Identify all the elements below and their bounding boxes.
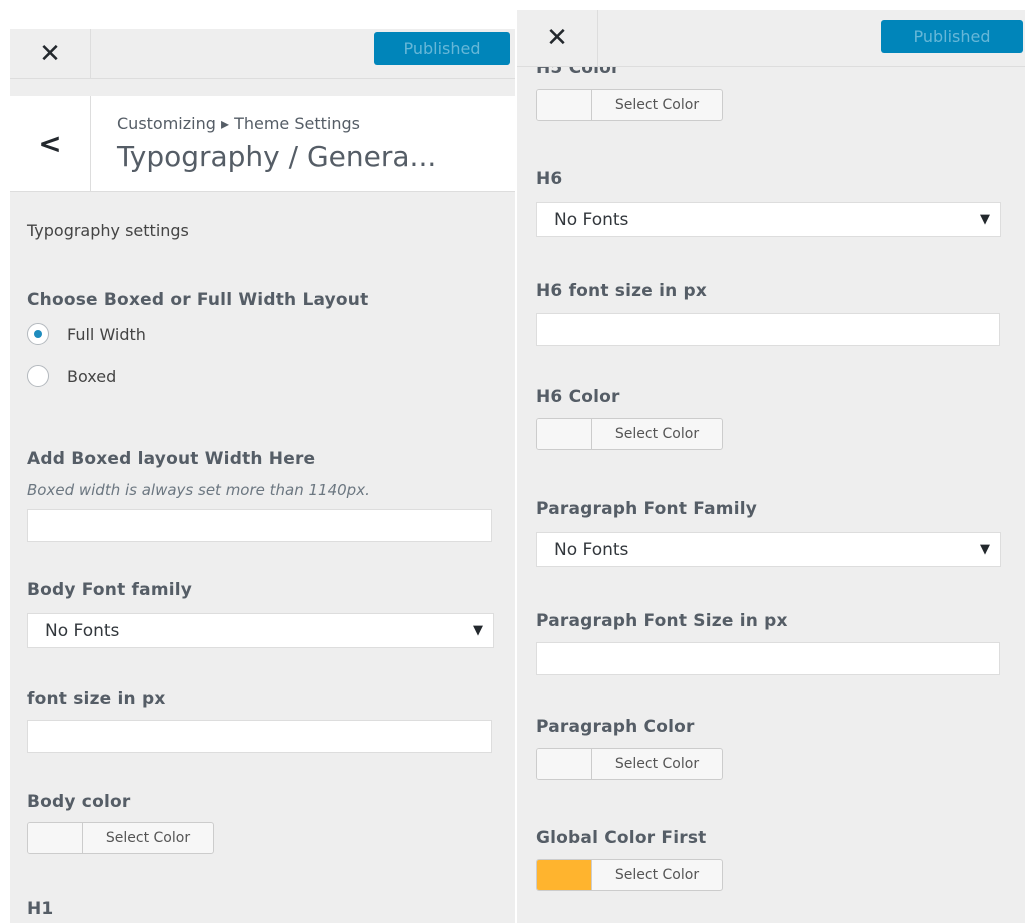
h6-color-picker[interactable]: Select Color: [536, 418, 723, 450]
section-header: < Customizing ▸ Theme Settings Typograph…: [10, 96, 515, 192]
published-button[interactable]: Published: [374, 32, 510, 65]
font-size-input[interactable]: [27, 720, 492, 753]
select-color-label: Select Color: [614, 426, 700, 442]
dropdown-arrow-icon: ▼: [980, 542, 990, 557]
h6-font-select[interactable]: No Fonts ▼: [536, 202, 1001, 237]
font-size-label: font size in px: [27, 689, 166, 709]
paragraph-size-input[interactable]: [536, 642, 1000, 675]
h6-label: H6: [536, 169, 563, 189]
panel-title: Typography / Genera...: [117, 140, 437, 173]
boxed-width-description: Boxed width is always set more than 1140…: [27, 481, 370, 499]
select-value: No Fonts: [45, 620, 120, 641]
body-font-label: Body Font family: [27, 580, 193, 600]
radio-label: Full Width: [67, 324, 146, 344]
select-color-label: Select Color: [614, 756, 700, 772]
close-icon: ✕: [546, 23, 568, 53]
back-button[interactable]: <: [10, 96, 91, 191]
select-color-label: Select Color: [105, 830, 191, 846]
close-icon: ✕: [39, 38, 61, 69]
color-swatch: [537, 749, 592, 779]
radio-checked-icon[interactable]: [27, 323, 49, 345]
body-color-picker[interactable]: Select Color: [27, 822, 214, 854]
color-swatch: [537, 860, 592, 890]
breadcrumb: Customizing ▸ Theme Settings: [117, 114, 360, 133]
radio-boxed[interactable]: Boxed: [27, 365, 116, 387]
dropdown-arrow-icon: ▼: [473, 623, 483, 638]
h6-size-label: H6 font size in px: [536, 281, 708, 301]
select-value: No Fonts: [554, 539, 629, 560]
paragraph-font-select[interactable]: No Fonts ▼: [536, 532, 1001, 567]
body-font-select[interactable]: No Fonts ▼: [27, 613, 494, 648]
radio-unchecked-icon[interactable]: [27, 365, 49, 387]
color-swatch: [28, 823, 83, 853]
boxed-width-label: Add Boxed layout Width Here: [27, 449, 316, 469]
h6-size-input[interactable]: [536, 313, 1000, 346]
section-description: Typography settings: [27, 221, 189, 240]
paragraph-color-picker[interactable]: Select Color: [536, 748, 723, 780]
dropdown-arrow-icon: ▼: [980, 212, 990, 227]
paragraph-size-label: Paragraph Font Size in px: [536, 611, 788, 631]
customizer-topbar: ✕ Published: [10, 29, 515, 79]
customizer-panel-right: H5 Color ✕ Published Select Color H6 No …: [517, 10, 1025, 923]
body-color-label: Body color: [27, 792, 131, 812]
select-value: No Fonts: [554, 209, 629, 230]
color-swatch: [537, 419, 592, 449]
customizer-panel-left: ✕ Published < Customizing ▸ Theme Settin…: [10, 29, 515, 923]
select-color-label: Select Color: [614, 867, 700, 883]
select-color-label: Select Color: [614, 97, 700, 113]
close-button[interactable]: ✕: [10, 29, 91, 78]
h1-label: H1: [27, 899, 54, 919]
h5-color-picker[interactable]: Select Color: [536, 89, 723, 121]
global-color-label: Global Color First: [536, 828, 707, 848]
close-button[interactable]: ✕: [517, 10, 598, 66]
customizer-topbar: ✕ Published: [517, 10, 1025, 67]
h6-color-label: H6 Color: [536, 387, 620, 407]
paragraph-color-label: Paragraph Color: [536, 717, 695, 737]
color-swatch: [537, 90, 592, 120]
radio-label: Boxed: [67, 366, 117, 386]
radio-full-width[interactable]: Full Width: [27, 323, 146, 345]
paragraph-family-label: Paragraph Font Family: [536, 499, 758, 519]
published-button[interactable]: Published: [881, 20, 1023, 53]
boxed-width-input[interactable]: [27, 509, 492, 542]
layout-label: Choose Boxed or Full Width Layout: [27, 290, 369, 310]
chevron-left-icon: <: [38, 127, 62, 160]
global-color-picker[interactable]: Select Color: [536, 859, 723, 891]
